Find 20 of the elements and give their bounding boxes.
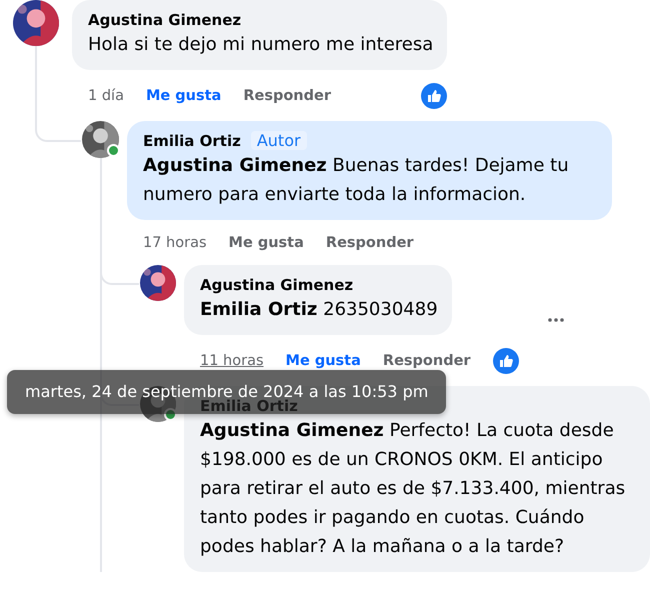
- comment-text: Agustina Gimenez Buenas tardes! Dejame tu numero para enviarte toda la informacion.: [143, 154, 570, 207]
- author-name[interactable]: Agustina Gimenez: [200, 276, 354, 294]
- author-name[interactable]: Emilia Ortiz: [143, 132, 241, 150]
- like-reaction-icon[interactable]: [421, 83, 448, 109]
- timestamp-link[interactable]: 11 horas: [200, 351, 264, 371]
- reply-link[interactable]: Responder: [382, 351, 471, 371]
- timestamp-link[interactable]: 1 día: [88, 86, 124, 106]
- like-link[interactable]: Me gusta: [228, 233, 304, 253]
- reply-link[interactable]: Responder: [243, 86, 331, 106]
- more-options-icon[interactable]: [546, 316, 565, 322]
- author-badge: Autor: [250, 131, 307, 150]
- like-link[interactable]: Me gusta: [146, 86, 222, 106]
- reply-link[interactable]: Responder: [326, 233, 414, 253]
- author-name[interactable]: Agustina Gimenez: [88, 10, 242, 28]
- comment-text: Emilia Ortiz 2635030489: [200, 298, 438, 322]
- timestamp-link[interactable]: 17 horas: [143, 233, 207, 253]
- like-link[interactable]: Me gusta: [286, 351, 361, 371]
- comment-text: Agustina Gimenez Perfecto! La cuota desde $198.000 es de un CRONOS 0KM. El anticipo para retirar el auto es de $7.133.400, mientras tanto podes ir pagando en cuotas. Cuándo podes hablar? A la mañana o a la tarde?: [200, 419, 626, 559]
- comment-text: Hola si te dejo mi numero me interesa: [88, 33, 434, 57]
- like-reaction-icon[interactable]: [492, 348, 519, 374]
